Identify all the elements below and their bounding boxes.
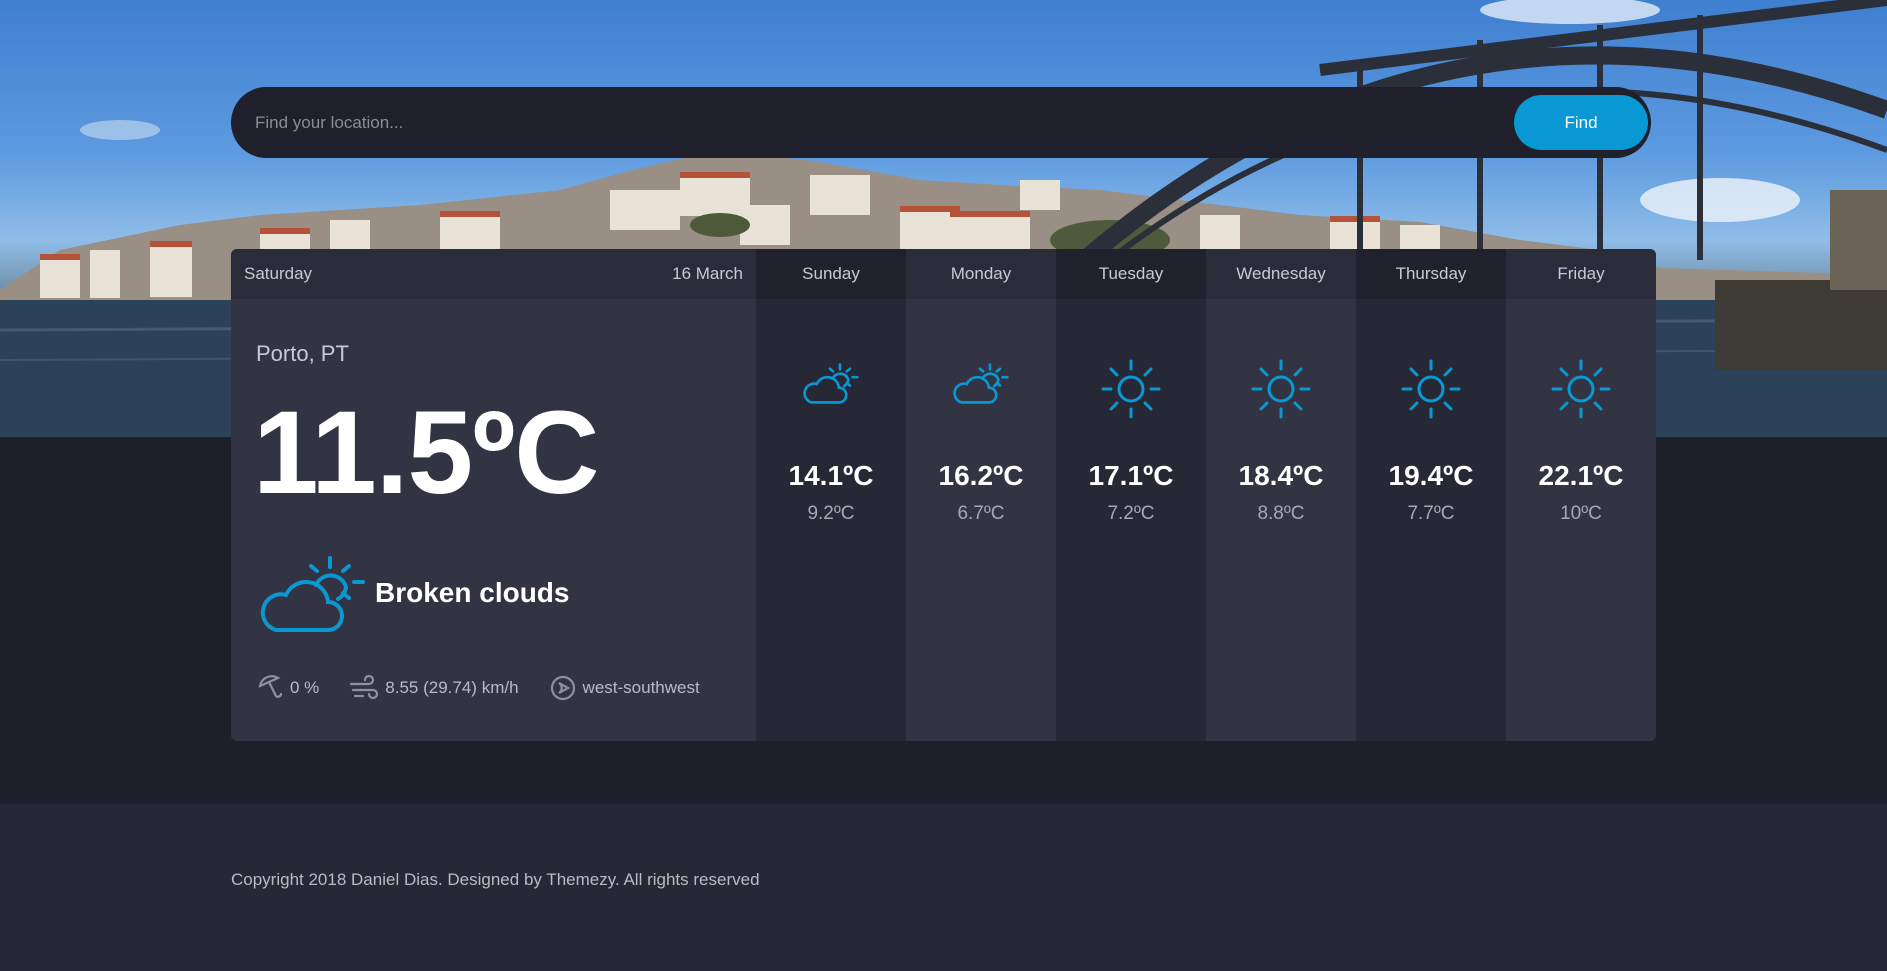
forecast-high: 18.4ºC xyxy=(1238,460,1324,491)
wind-speed-value: 8.55 (29.74) km/h xyxy=(385,678,519,697)
forecast-day-name: Tuesday xyxy=(1056,249,1206,299)
location-name: Porto, PT xyxy=(256,341,349,366)
weather-details: 0 % 8.55 (29.74) km/h west-southwest xyxy=(256,674,730,702)
forecast-day-name: Sunday xyxy=(756,249,906,299)
today-header: Saturday 16 March xyxy=(231,249,756,299)
forecast-day-name: Wednesday xyxy=(1206,249,1356,299)
sun-icon xyxy=(1251,359,1311,419)
wind-direction: west-southwest xyxy=(549,674,700,702)
precipitation: 0 % xyxy=(256,674,319,702)
forecast-low: 10ºC xyxy=(1560,503,1602,524)
forecast-low: 7.2ºC xyxy=(1107,503,1155,524)
forecast-high: 19.4ºC xyxy=(1388,460,1474,491)
forecast-day: Thursday 19.4ºC 7.7ºC xyxy=(1356,249,1506,741)
forecast-low: 9.2ºC xyxy=(807,503,855,524)
today-day: Saturday xyxy=(244,264,313,283)
precipitation-value: 0 % xyxy=(290,678,320,697)
current-temperature: 11.5ºC xyxy=(253,387,599,519)
forecast-low: 6.7ºC xyxy=(957,503,1005,524)
compass-icon xyxy=(550,675,575,701)
forecast-low: 8.8ºC xyxy=(1257,503,1305,524)
forecast-day: Friday 22.1ºC 10ºC xyxy=(1506,249,1656,741)
wind-direction-value: west-southwest xyxy=(582,678,700,697)
forecast-high: 17.1ºC xyxy=(1088,460,1174,491)
forecast-day: Sunday 14.1ºC 9.2ºC xyxy=(756,249,906,741)
forecast-day: Wednesday 18.4ºC 8.8ºC xyxy=(1206,249,1356,741)
sun-icon xyxy=(1551,359,1611,419)
sun-icon xyxy=(1101,359,1161,419)
forecast-day: Monday 16.2ºC 6.7ºC xyxy=(906,249,1056,741)
sun-icon xyxy=(1401,359,1461,419)
find-button[interactable]: Find xyxy=(1514,95,1648,150)
forecast-day-name: Monday xyxy=(906,249,1056,299)
weather-condition: Broken clouds xyxy=(375,577,570,608)
wind-icon xyxy=(350,674,379,700)
location-search-input[interactable] xyxy=(231,87,1651,158)
cloud-sun-icon xyxy=(260,556,365,632)
cloud-sun-icon xyxy=(953,363,1009,404)
forecast-table: Saturday 16 March Porto, PT 11.5ºC Broke… xyxy=(231,249,1656,741)
forecast-low: 7.7ºC xyxy=(1407,503,1455,524)
forecast-day: Tuesday 17.1ºC 7.2ºC xyxy=(1056,249,1206,741)
cloud-sun-icon xyxy=(803,363,859,404)
forecast-day-name: Thursday xyxy=(1356,249,1506,299)
wind-speed: 8.55 (29.74) km/h xyxy=(349,674,519,702)
copyright-text: Copyright 2018 Daniel Dias. Designed by … xyxy=(231,870,760,889)
forecast-high: 16.2ºC xyxy=(938,460,1024,491)
location-search-bar: Find xyxy=(231,87,1651,158)
umbrella-icon xyxy=(258,675,283,698)
today-date: 16 March xyxy=(672,264,743,283)
site-footer: Copyright 2018 Daniel Dias. Designed by … xyxy=(0,804,1887,971)
forecast-high: 22.1ºC xyxy=(1538,460,1624,491)
today-panel: Saturday 16 March Porto, PT 11.5ºC Broke… xyxy=(231,249,756,741)
forecast-high: 14.1ºC xyxy=(788,460,874,491)
forecast-day-name: Friday xyxy=(1506,249,1656,299)
